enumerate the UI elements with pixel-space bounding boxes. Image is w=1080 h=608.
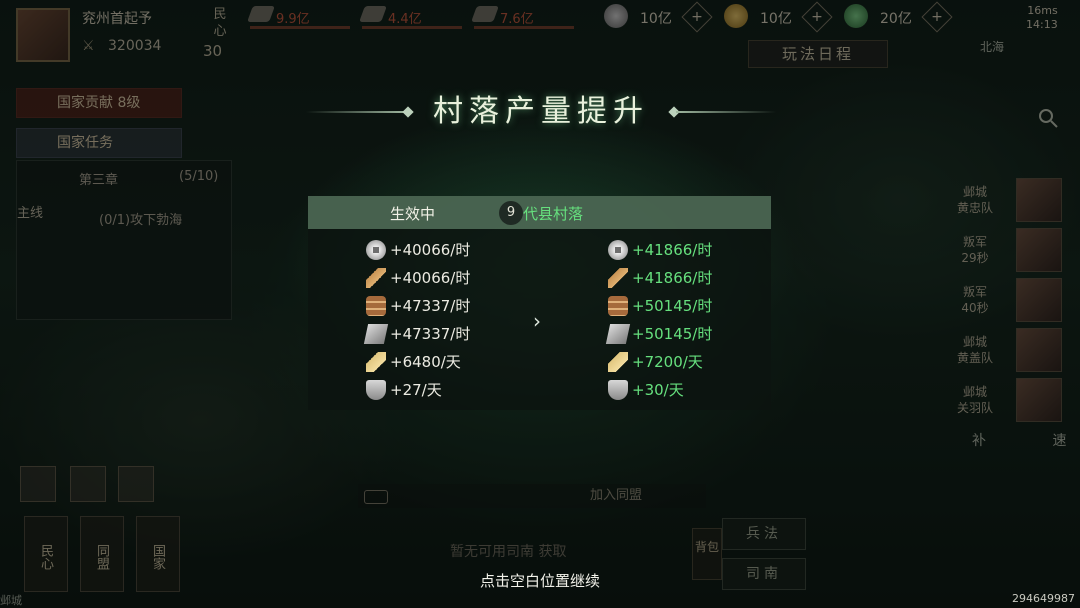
old-coin-value: +40066/时 — [390, 241, 471, 259]
panel-header: 生效中 9 代县村落 — [308, 196, 771, 229]
coin-icon — [366, 240, 386, 260]
old-wood-value: +47337/时 — [390, 297, 471, 315]
old-grain-value: +40066/时 — [390, 269, 471, 287]
arrow-right-icon: › — [533, 309, 541, 333]
badge-icon — [608, 380, 628, 400]
new-feather-value: +7200/天 — [632, 353, 703, 371]
new-grain-value: +41866/时 — [632, 269, 713, 287]
village-name: 代县村落 — [523, 205, 584, 223]
wood-icon — [608, 296, 628, 316]
grain-icon — [366, 268, 386, 288]
coin-icon — [608, 240, 628, 260]
iron-icon — [363, 324, 389, 344]
title-ornament-right — [676, 111, 776, 113]
badge-icon — [366, 380, 386, 400]
popup-title-bar: 村落产量提升 — [306, 92, 776, 132]
continue-hint[interactable]: 点击空白位置继续 — [0, 570, 1080, 591]
new-iron-value: +50145/时 — [632, 325, 713, 343]
grain-icon — [608, 268, 628, 288]
old-feather-value: +6480/天 — [390, 353, 461, 371]
old-badge-value: +27/天 — [390, 381, 442, 399]
old-iron-value: +47337/时 — [390, 325, 471, 343]
new-badge-value: +30/天 — [632, 381, 684, 399]
user-id: 294649987 — [1012, 592, 1075, 605]
status-label: 生效中 — [390, 205, 436, 223]
feather-icon — [608, 352, 628, 372]
iron-icon — [605, 324, 631, 344]
wood-icon — [366, 296, 386, 316]
new-coin-value: +41866/时 — [632, 241, 713, 259]
village-level-badge: 9 — [499, 201, 523, 225]
new-wood-value: +50145/时 — [632, 297, 713, 315]
feather-icon — [366, 352, 386, 372]
